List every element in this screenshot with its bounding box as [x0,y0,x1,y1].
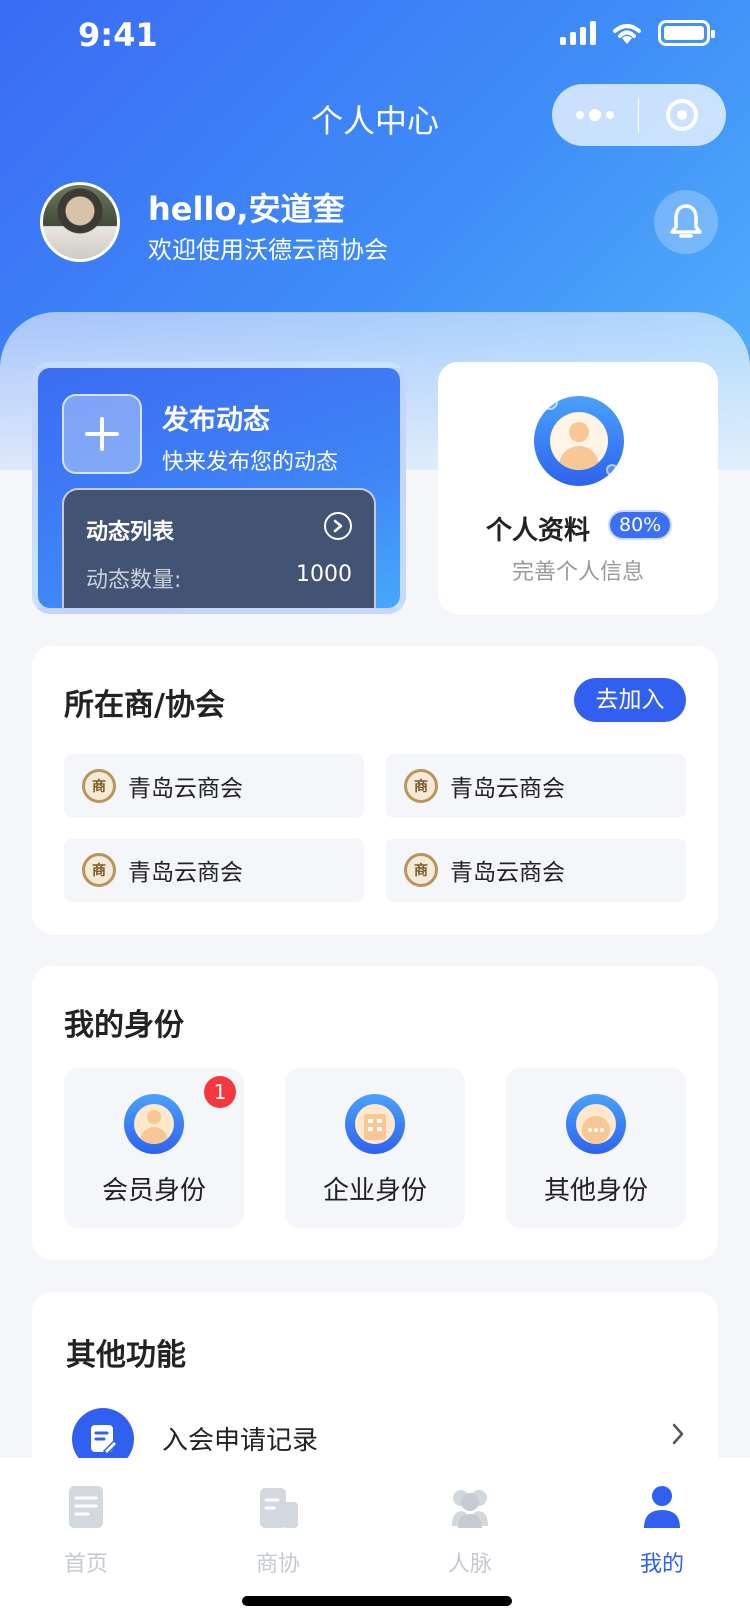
publish-subtitle: 快来发布您的动态 [162,450,339,475]
miniprogram-capsule [552,84,726,146]
section-title-other: 其他功能 [66,1338,186,1373]
association-item[interactable]: 商 青岛云商会 [64,754,364,818]
publish-card[interactable]: 发布动态 快来发布您的动态 动态列表 动态数量: 1000 [32,362,406,614]
tab-label: 人脉 [447,1552,492,1577]
member-icon [124,1094,184,1154]
close-target-icon[interactable] [639,99,725,131]
tab-label: 我的 [639,1552,684,1577]
associations-card: 所在商/协会 去加入 商 青岛云商会 商 青岛云商会 商 青岛云商会 商 青岛云… [32,646,718,934]
identity-label: 会员身份 [101,1176,206,1206]
association-item[interactable]: 商 青岛云商会 [386,754,686,818]
home-indicator [242,1596,512,1606]
section-title-associations: 所在商/协会 [64,688,225,723]
section-title-identity: 我的身份 [64,1008,184,1043]
tab-label: 商协 [255,1552,300,1577]
post-list-label: 动态列表 [86,520,175,545]
people-icon [452,1490,488,1528]
decor-bubble [606,464,618,476]
profile-subtitle: 完善个人信息 [511,560,644,585]
notification-badge: 1 [204,1076,236,1108]
home-doc-icon [69,1486,103,1528]
identity-label: 其他身份 [543,1176,648,1206]
notification-button[interactable] [654,190,718,254]
chevron-right-icon[interactable] [670,1422,686,1446]
battery-icon [658,20,715,46]
application-record-label[interactable]: 入会申请记录 [162,1420,318,1457]
post-count-label: 动态数量: [86,568,182,593]
identity-enterprise[interactable]: 企业身份 [285,1068,465,1228]
more-person-icon [566,1094,626,1154]
wifi-icon [613,24,641,44]
association-logo-icon: 商 [404,853,438,887]
avatar[interactable] [40,182,120,262]
tab-mine[interactable]: 我的 [602,1484,722,1578]
arrow-right-circle-icon[interactable] [324,512,352,540]
building-doc-icon [260,1488,298,1528]
identity-member[interactable]: 1 会员身份 [64,1068,244,1228]
post-list-panel[interactable]: 动态列表 动态数量: 1000 [62,488,376,608]
bell-icon [670,204,702,238]
profile-title: 个人资料 [486,516,591,546]
tab-contacts[interactable]: 人脉 [410,1484,530,1578]
post-count-value: 1000 [296,562,352,587]
status-time: 9:41 [78,16,158,54]
user-greeting: hello,安道奎 [148,190,345,228]
tab-home[interactable]: 首页 [26,1484,146,1578]
tab-association[interactable]: 商协 [218,1484,338,1578]
association-name: 青岛云商会 [128,776,243,802]
add-post-button[interactable] [62,394,142,474]
user-icon [644,1486,680,1528]
tab-label: 首页 [63,1552,108,1577]
decor-bubble [542,394,558,410]
association-name: 青岛云商会 [450,860,565,886]
association-logo-icon: 商 [82,769,116,803]
association-name: 青岛云商会 [450,776,565,802]
more-icon[interactable] [552,109,638,121]
identity-label: 企业身份 [322,1176,427,1206]
identity-other[interactable]: 其他身份 [506,1068,686,1228]
identity-card: 我的身份 1 会员身份 企业身份 其他身份 [32,966,718,1260]
association-logo-icon: 商 [404,769,438,803]
building-icon [345,1094,405,1154]
profile-card[interactable]: 个人资料 80% 完善个人信息 [438,362,718,614]
status-icons [560,20,715,46]
profile-percent-badge: 80% [608,510,673,540]
publish-title: 发布动态 [162,405,270,436]
plus-icon [85,417,119,451]
association-name: 青岛云商会 [128,860,243,886]
join-button[interactable]: 去加入 [574,678,686,722]
association-item[interactable]: 商 青岛云商会 [64,838,364,902]
association-item[interactable]: 商 青岛云商会 [386,838,686,902]
welcome-text: 欢迎使用沃德云商协会 [148,236,388,264]
association-logo-icon: 商 [82,853,116,887]
signal-icon [560,21,596,45]
